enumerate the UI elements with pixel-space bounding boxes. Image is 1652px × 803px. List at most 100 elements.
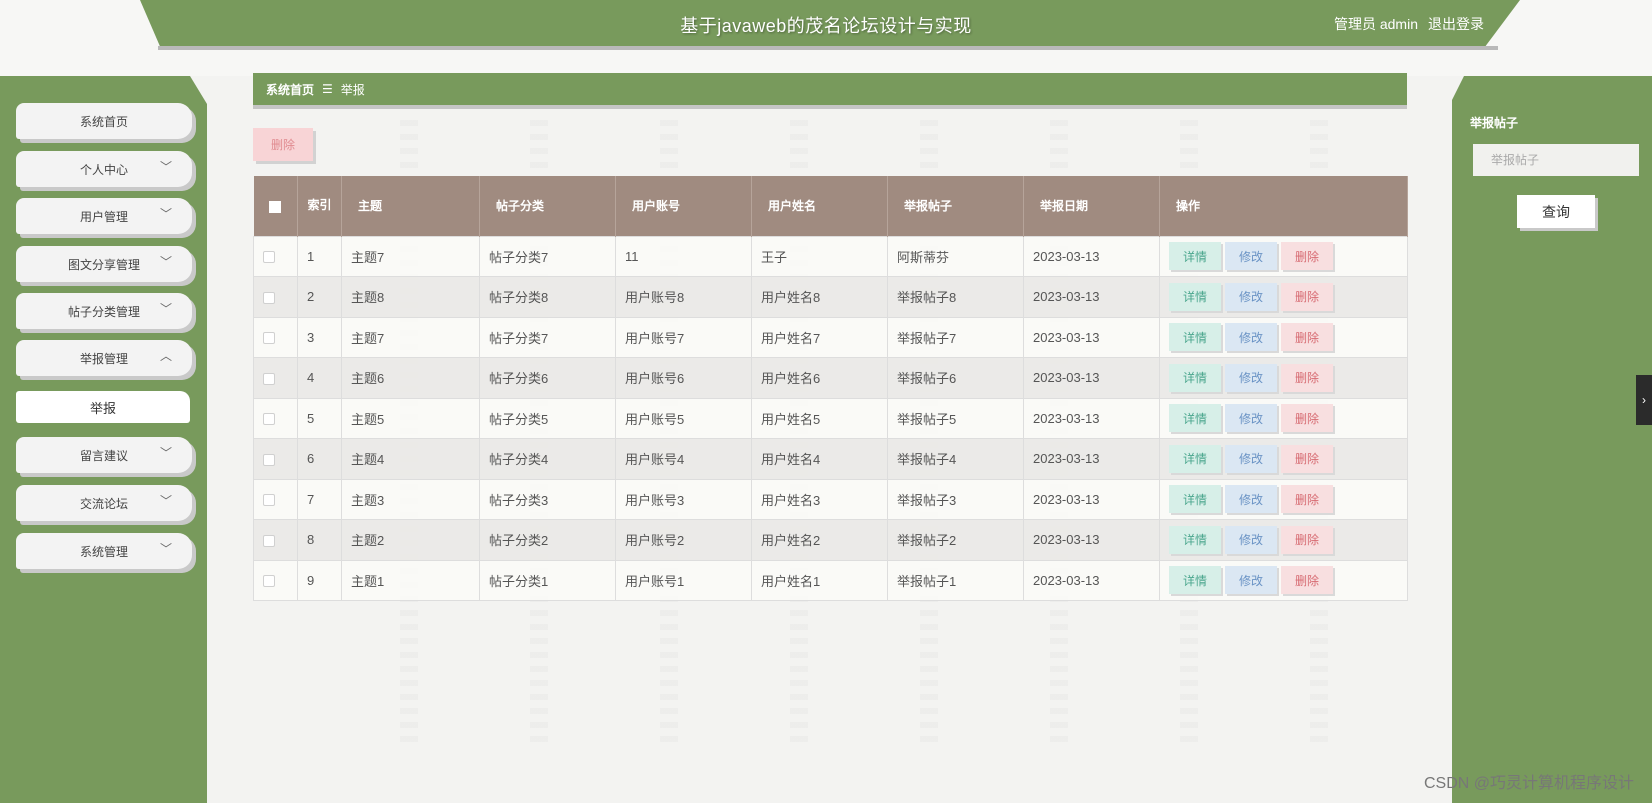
cell-account: 11 bbox=[615, 235, 752, 277]
edit-button[interactable]: 修改 bbox=[1225, 363, 1277, 392]
query-button[interactable]: 查询 bbox=[1517, 195, 1595, 228]
row-actions: 详情 修改 删除 bbox=[1169, 242, 1407, 271]
cell-actions: 详情 修改 删除 bbox=[1159, 357, 1408, 399]
cell-category: 帖子分类7 bbox=[479, 235, 616, 277]
sidebar-item-6[interactable]: 举报管理 ︿ bbox=[16, 340, 192, 376]
delete-button[interactable]: 删除 bbox=[1281, 363, 1333, 392]
cell-report-date: 2023-03-13 bbox=[1023, 397, 1160, 439]
sidebar-item-8[interactable]: 交流论坛 ﹀ bbox=[16, 485, 192, 521]
edit-button[interactable]: 修改 bbox=[1225, 525, 1277, 554]
cell-report-date: 2023-03-13 bbox=[1023, 559, 1160, 601]
column-header-index: 索引 bbox=[297, 176, 342, 236]
cell-index: 4 bbox=[297, 357, 342, 399]
cell-subject: 主题4 bbox=[341, 438, 480, 480]
detail-button[interactable]: 详情 bbox=[1169, 242, 1221, 271]
detail-button[interactable]: 详情 bbox=[1169, 444, 1221, 473]
delete-button[interactable]: 删除 bbox=[1281, 566, 1333, 595]
sidebar-subitem-report[interactable]: 举报 bbox=[16, 391, 190, 423]
panel-toggle-icon[interactable]: › bbox=[1636, 375, 1652, 425]
delete-button[interactable]: 删除 bbox=[1281, 525, 1333, 554]
edit-button[interactable]: 修改 bbox=[1225, 444, 1277, 473]
row-select-cell[interactable] bbox=[253, 235, 298, 277]
row-select-cell[interactable] bbox=[253, 438, 298, 480]
cell-account: 用户账号6 bbox=[615, 357, 752, 399]
row-select-cell[interactable] bbox=[253, 276, 298, 318]
cell-report-date: 2023-03-13 bbox=[1023, 235, 1160, 277]
chevron-down-icon: ﹀ bbox=[159, 255, 172, 269]
sidebar-item-1[interactable]: 系统首页 bbox=[16, 103, 192, 139]
search-input[interactable] bbox=[1473, 144, 1639, 176]
row-select-cell[interactable] bbox=[253, 397, 298, 439]
delete-button[interactable]: 删除 bbox=[1281, 485, 1333, 514]
delete-button[interactable]: 删除 bbox=[1281, 404, 1333, 433]
detail-button[interactable]: 详情 bbox=[1169, 282, 1221, 311]
breadcrumb-current: 举报 bbox=[340, 82, 365, 97]
delete-button[interactable]: 删除 bbox=[1281, 323, 1333, 352]
column-header-category: 帖子分类 bbox=[479, 176, 616, 236]
detail-button[interactable]: 详情 bbox=[1169, 525, 1221, 554]
row-checkbox[interactable] bbox=[263, 332, 275, 345]
row-checkbox[interactable] bbox=[263, 575, 275, 588]
table-row: 7 主题3 帖子分类3 用户账号3 用户姓名3 举报帖子3 2023-03-13 详情 修改 删除 bbox=[253, 478, 1408, 520]
delete-button[interactable]: 删除 bbox=[1281, 282, 1333, 311]
row-select-cell[interactable] bbox=[253, 559, 298, 601]
cell-reported-post: 举报帖子4 bbox=[887, 438, 1024, 480]
sidebar-item-3[interactable]: 用户管理 ﹀ bbox=[16, 198, 192, 234]
row-checkbox[interactable] bbox=[263, 291, 275, 304]
sidebar-item-4[interactable]: 图文分享管理 ﹀ bbox=[16, 246, 192, 282]
breadcrumb-home[interactable]: 系统首页 bbox=[266, 81, 314, 98]
header-band-shadow bbox=[158, 46, 1498, 50]
delete-button[interactable]: 删除 bbox=[1281, 444, 1333, 473]
cell-account: 用户账号5 bbox=[615, 397, 752, 439]
cell-category: 帖子分类7 bbox=[479, 316, 616, 358]
detail-button[interactable]: 详情 bbox=[1169, 323, 1221, 352]
edit-button[interactable]: 修改 bbox=[1225, 485, 1277, 514]
edit-button[interactable]: 修改 bbox=[1225, 566, 1277, 595]
cell-report-date: 2023-03-13 bbox=[1023, 478, 1160, 520]
cell-reported-post: 阿斯蒂芬 bbox=[887, 235, 1024, 277]
row-checkbox[interactable] bbox=[263, 494, 275, 507]
cell-category: 帖子分类4 bbox=[479, 438, 616, 480]
cell-reported-post: 举报帖子7 bbox=[887, 316, 1024, 358]
row-select-cell[interactable] bbox=[253, 316, 298, 358]
select-all-checkbox[interactable] bbox=[269, 200, 282, 213]
cell-index: 7 bbox=[297, 478, 342, 520]
sidebar-item-7[interactable]: 留言建议 ﹀ bbox=[16, 437, 192, 473]
row-checkbox[interactable] bbox=[263, 534, 275, 547]
edit-button[interactable]: 修改 bbox=[1225, 282, 1277, 311]
detail-button[interactable]: 详情 bbox=[1169, 485, 1221, 514]
cell-index: 6 bbox=[297, 438, 342, 480]
cell-report-date: 2023-03-13 bbox=[1023, 357, 1160, 399]
delete-button[interactable]: 删除 bbox=[1281, 242, 1333, 271]
row-actions: 详情 修改 删除 bbox=[1169, 566, 1407, 595]
detail-button[interactable]: 详情 bbox=[1169, 363, 1221, 392]
edit-button[interactable]: 修改 bbox=[1225, 242, 1277, 271]
row-actions: 详情 修改 删除 bbox=[1169, 444, 1407, 473]
sidebar-item-label: 个人中心 bbox=[79, 162, 128, 177]
cell-report-date: 2023-03-13 bbox=[1023, 276, 1160, 318]
cell-actions: 详情 修改 删除 bbox=[1159, 438, 1408, 480]
sidebar-item-2[interactable]: 个人中心 ﹀ bbox=[16, 151, 192, 187]
cell-account: 用户账号1 bbox=[615, 559, 752, 601]
detail-button[interactable]: 详情 bbox=[1169, 404, 1221, 433]
edit-button[interactable]: 修改 bbox=[1225, 404, 1277, 433]
sidebar-item-5[interactable]: 帖子分类管理 ﹀ bbox=[16, 293, 192, 329]
logout-link[interactable]: 退出登录 bbox=[1428, 14, 1484, 34]
sidebar-item-9[interactable]: 系统管理 ﹀ bbox=[16, 533, 192, 569]
select-all-header[interactable] bbox=[253, 176, 298, 236]
cell-username: 用户姓名1 bbox=[751, 559, 888, 601]
cell-index: 3 bbox=[297, 316, 342, 358]
row-select-cell[interactable] bbox=[253, 357, 298, 399]
detail-button[interactable]: 详情 bbox=[1169, 566, 1221, 595]
row-select-cell[interactable] bbox=[253, 478, 298, 520]
row-checkbox[interactable] bbox=[263, 251, 275, 264]
sidebar-item-label: 交流论坛 bbox=[79, 496, 128, 511]
row-checkbox[interactable] bbox=[263, 372, 275, 385]
row-checkbox[interactable] bbox=[263, 413, 275, 426]
row-actions: 详情 修改 删除 bbox=[1169, 485, 1407, 514]
edit-button[interactable]: 修改 bbox=[1225, 323, 1277, 352]
bulk-delete-button[interactable]: 删除 bbox=[253, 128, 313, 161]
row-checkbox[interactable] bbox=[263, 453, 275, 466]
row-select-cell[interactable] bbox=[253, 519, 298, 561]
row-actions: 详情 修改 删除 bbox=[1169, 525, 1407, 554]
